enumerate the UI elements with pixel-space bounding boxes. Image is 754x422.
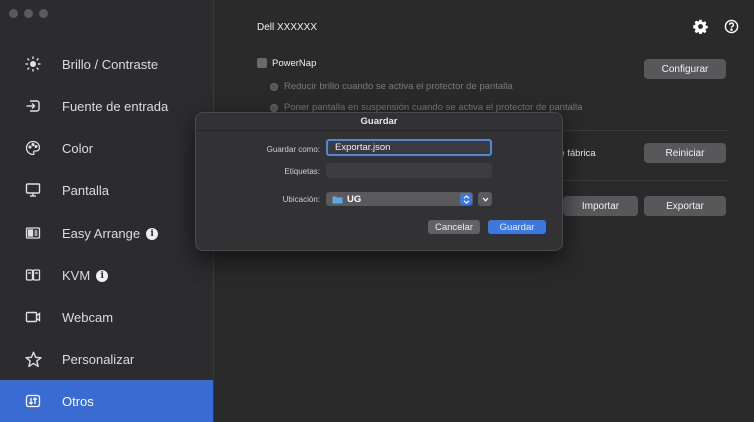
star-icon xyxy=(24,350,42,368)
sidebar-item-label: Otros xyxy=(62,393,94,409)
location-value: UG xyxy=(347,193,362,205)
sidebar-item-webcam[interactable]: Webcam xyxy=(0,296,213,338)
sleep-radio[interactable] xyxy=(270,104,278,112)
easy-arrange-text: Easy Arrange xyxy=(62,225,141,241)
save-as-input[interactable]: Exportar.json xyxy=(326,139,492,156)
sidebar: Brillo / Contraste Fuente de entrada Col… xyxy=(0,0,214,422)
dialog-title-separator xyxy=(196,130,562,131)
chevron-down-icon xyxy=(482,197,489,202)
sidebar-item-personalizar[interactable]: Personalizar xyxy=(0,338,213,380)
others-icon xyxy=(24,392,42,410)
configure-button[interactable]: Configurar xyxy=(644,59,726,79)
kvm-icon xyxy=(24,266,42,284)
sidebar-item-kvm[interactable]: KVM i xyxy=(0,254,213,296)
location-select[interactable]: UG xyxy=(326,192,473,206)
dim-radio[interactable] xyxy=(270,83,278,91)
folder-icon xyxy=(332,195,343,204)
kvm-text: KVM xyxy=(62,267,91,283)
window-controls xyxy=(9,9,48,18)
dialog-title: Guardar xyxy=(360,116,398,127)
sidebar-item-label: Brillo / Contraste xyxy=(62,56,159,72)
sidebar-item-fuente-de-entrada[interactable]: Fuente de entrada xyxy=(0,85,213,127)
easy-arrange-icon xyxy=(24,224,42,242)
expand-dialog-button[interactable] xyxy=(478,192,492,206)
minimize-window-button[interactable] xyxy=(24,9,33,18)
updown-chevron-icon xyxy=(460,193,472,205)
input-source-icon xyxy=(24,97,42,115)
powernap-checkbox[interactable] xyxy=(257,58,267,68)
save-as-label: Guardar como: xyxy=(266,145,320,154)
sidebar-item-otros[interactable]: Otros xyxy=(0,380,213,422)
location-label: Ubicación: xyxy=(282,195,320,204)
sidebar-item-label: Personalizar xyxy=(62,351,135,367)
save-dialog: Guardar Guardar como: Exportar.json Etiq… xyxy=(195,112,563,251)
sidebar-item-label: Color xyxy=(62,140,94,156)
color-palette-icon xyxy=(24,139,42,157)
reset-button[interactable]: Reiniciar xyxy=(644,143,726,163)
sidebar-item-color[interactable]: Color xyxy=(0,127,213,169)
zoom-window-button[interactable] xyxy=(39,9,48,18)
info-icon[interactable]: i xyxy=(146,228,159,241)
sidebar-item-brillo-contraste[interactable]: Brillo / Contraste xyxy=(0,43,213,85)
tags-input[interactable] xyxy=(326,163,492,178)
sidebar-item-label: KVM i xyxy=(62,267,109,283)
sidebar-item-label: Fuente de entrada xyxy=(62,98,169,114)
powernap-label: PowerNap xyxy=(272,58,317,69)
monitor-icon xyxy=(24,181,42,199)
info-icon[interactable]: i xyxy=(96,270,109,283)
close-window-button[interactable] xyxy=(9,9,18,18)
cancel-button[interactable]: Cancelar xyxy=(428,220,480,234)
sidebar-item-label: Webcam xyxy=(62,309,114,325)
import-button[interactable]: Importar xyxy=(563,196,638,216)
webcam-icon xyxy=(24,308,42,326)
sidebar-item-easy-arrange[interactable]: Easy Arrange i xyxy=(0,212,213,254)
tags-label: Etiquetas: xyxy=(284,167,320,176)
window-title: Dell XXXXXX xyxy=(257,22,318,33)
brightness-icon xyxy=(24,55,42,73)
question-circle-icon[interactable] xyxy=(723,18,739,34)
dim-option-label: Reducir brillo cuando se activa el prote… xyxy=(284,81,513,92)
sidebar-item-label: Pantalla xyxy=(62,182,109,198)
sidebar-item-label: Easy Arrange i xyxy=(62,225,159,241)
save-button[interactable]: Guardar xyxy=(488,220,546,234)
gear-icon[interactable] xyxy=(692,18,708,34)
app-window: Brillo / Contraste Fuente de entrada Col… xyxy=(0,0,754,422)
sidebar-item-pantalla[interactable]: Pantalla xyxy=(0,169,213,211)
export-button[interactable]: Exportar xyxy=(644,196,726,216)
